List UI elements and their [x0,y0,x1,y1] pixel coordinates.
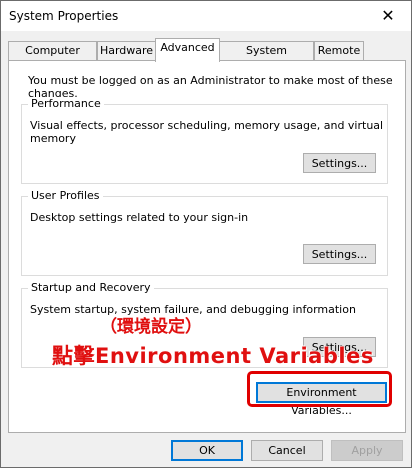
window-title: System Properties [9,9,119,23]
cancel-button[interactable]: Cancel [251,440,323,461]
environment-variables-highlight [247,371,392,407]
annotation-instruction: 點擊Environment Variables [52,344,374,368]
performance-group: Performance Visual effects, processor sc… [21,97,388,184]
performance-settings-button[interactable]: Settings... [303,153,376,173]
ok-button[interactable]: OK [171,440,243,461]
startup-recovery-label: Startup and Recovery [28,281,154,294]
close-icon[interactable]: ✕ [365,1,411,31]
user-profiles-description: Desktop settings related to your sign-in [30,211,249,224]
annotation-subtitle: （環境設定） [100,317,202,337]
tab-computer-name[interactable]: Computer Name [8,41,97,75]
performance-description: Visual effects, processor scheduling, me… [30,119,384,145]
tab-system-protection[interactable]: System Protection [219,41,314,75]
tab-hardware[interactable]: Hardware [97,41,156,61]
user-profiles-group: User Profiles Desktop settings related t… [21,189,388,276]
tab-advanced[interactable]: Advanced [155,38,220,62]
user-profiles-settings-button[interactable]: Settings... [303,244,376,264]
performance-label: Performance [28,97,104,110]
user-profiles-label: User Profiles [28,189,103,202]
tab-remote[interactable]: Remote [314,41,364,61]
title-bar: System Properties ✕ [1,1,411,31]
apply-button[interactable]: Apply [331,440,403,461]
